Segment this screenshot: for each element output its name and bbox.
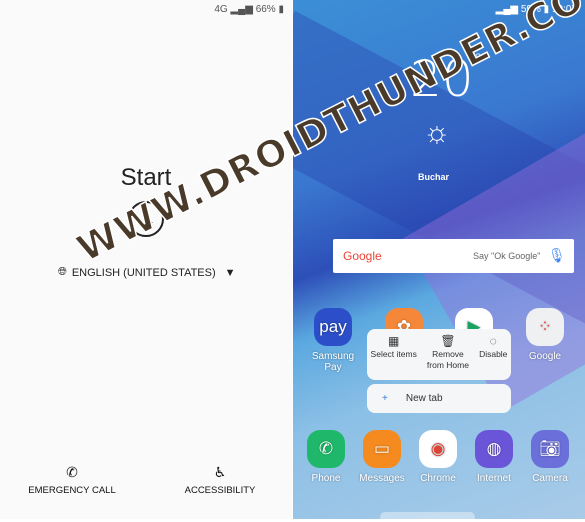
option-label: New tab [405,393,443,404]
sun-icon: ☼ [423,116,451,149]
mic-icon[interactable]: 🎙︎ [548,247,566,264]
option-label: Disable [479,349,508,359]
app-pay[interactable]: pay Samsung Pay [305,308,361,373]
city-label: Buchar [418,172,450,182]
accessibility-button[interactable]: ♿︎ ACCESSIBILITY [170,464,270,496]
messages-icon: ▭ [363,430,401,468]
signal-icon: ▂▄▆ [230,4,253,15]
phone-icon: ✆ [66,464,78,480]
network-indicator: 4G [214,4,228,15]
dock-handle[interactable] [380,512,475,522]
setup-screen: 4G ▂▄▆ 66% ▮ Start → 🌐︎ ENGLISH (UNITED S… [0,0,292,519]
dock-app-camera[interactable]: 📷︎ Camera [522,430,578,484]
option-label: Remove from Home [426,349,469,370]
select-items-option[interactable]: ▦ Select items [370,334,417,380]
disable-option[interactable]: ◌ Disable [479,334,508,380]
internet-icon: ◍ [475,430,513,468]
google-logo: Google [343,249,382,263]
new-tab-option[interactable]: + New tab [367,384,511,413]
context-menu: ▦ Select items 🗑︎ Remove from Home ◌ Disabl… [367,329,511,380]
grid-icon: ▦ [388,334,400,348]
dashed-circle-icon: ◌ [489,334,497,348]
google-search-bar[interactable]: Google Say "Ok Google" 🎙︎ [333,239,574,273]
plus-icon: + [382,393,388,404]
pay-icon: pay [314,308,352,346]
emergency-label: EMERGENCY CALL [28,485,116,496]
chrome-icon: ◉ [419,430,457,468]
app-label: Google [528,351,562,362]
app-label: Samsung Pay [311,351,355,373]
language-selector[interactable]: 🌐︎ ENGLISH (UNITED STATES) ▼ [58,266,236,279]
status-bar: 4G ▂▄▆ 66% ▮ [214,4,284,15]
battery-level: 66% [255,4,276,15]
accessibility-label: ACCESSIBILITY [184,485,256,496]
app-label: Messages [359,473,405,484]
camera-icon: 📷︎ [531,430,569,468]
dropdown-icon: ▼ [224,266,236,279]
dock-app-internet[interactable]: ◍ Internet [466,430,522,484]
dock-app-chrome[interactable]: ◉ Chrome [410,430,466,484]
option-label: Select items [370,349,417,359]
battery-icon: ▮ [278,4,284,15]
search-hint: Say "Ok Google" [473,251,541,261]
google-folder-icon: ⁘ [526,308,564,346]
accessibility-icon: ♿︎ [213,464,227,480]
app-label: Camera [532,473,568,484]
app-google-folder[interactable]: ⁘ Google [517,308,573,362]
emergency-call-button[interactable]: ✆ EMERGENCY CALL [22,464,122,496]
dock-app-messages[interactable]: ▭ Messages [354,430,410,484]
trash-icon: 🗑︎ [440,334,456,348]
app-label: Phone [311,473,341,484]
globe-icon: 🌐︎ [58,266,67,278]
dock-app-phone[interactable]: ✆ Phone [298,430,354,484]
phone-icon: ✆ [307,430,345,468]
app-label: Chrome [420,473,456,484]
app-label: Internet [477,473,511,484]
remove-from-home-option[interactable]: 🗑︎ Remove from Home [424,334,472,380]
